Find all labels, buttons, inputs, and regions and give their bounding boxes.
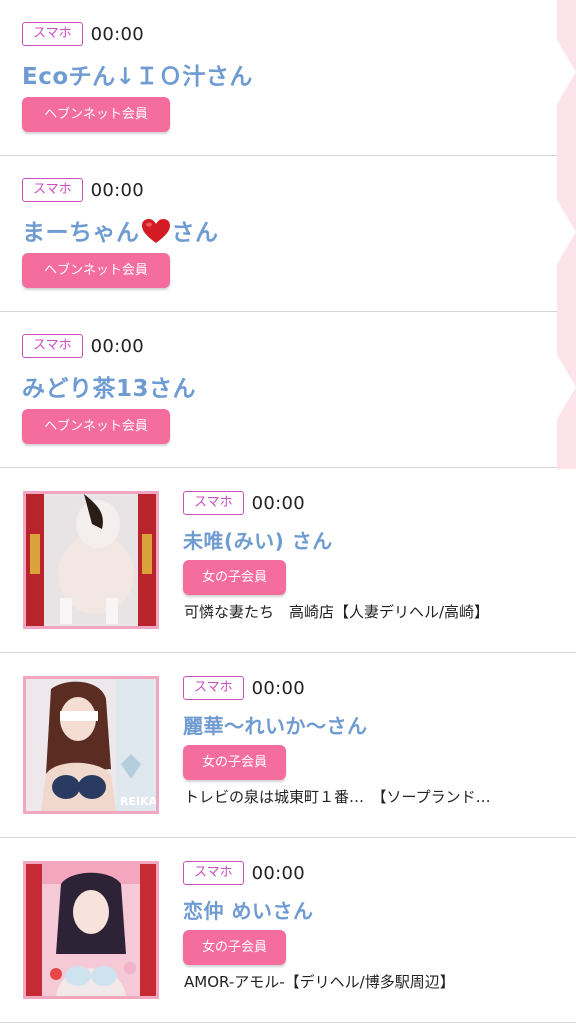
member-type-badge: ヘブンネット会員 [22, 409, 170, 444]
girl-name[interactable]: 麗華〜れいか〜さん [183, 710, 368, 739]
access-time: 00:00 [90, 335, 144, 357]
list-item[interactable]: スマホ 00:00 未唯(みい) さん 女の子会員 可憐な妻たち 高崎店【人妻デ… [0, 468, 576, 653]
device-badge: スマホ [22, 22, 83, 46]
member-name[interactable]: Ecoチん↓ＩＯ汁さん [22, 57, 253, 91]
access-meta: スマホ 00:00 [22, 22, 144, 46]
device-badge: スマホ [22, 334, 83, 358]
member-type-badge: 女の子会員 [183, 745, 286, 780]
girl-name[interactable]: 恋仲 めいさん [183, 895, 313, 924]
device-badge: スマホ [183, 861, 244, 885]
access-meta: スマホ 00:00 [183, 491, 305, 515]
device-badge: スマホ [183, 676, 244, 700]
red-heart-icon [141, 218, 171, 244]
member-type-badge: ヘブンネット会員 [22, 253, 170, 288]
list-item[interactable]: スマホ 00:00 みどり茶13さん ヘブンネット会員 [0, 312, 557, 468]
shop-name[interactable]: 可憐な妻たち 高崎店【人妻デリヘル/高崎】 [184, 601, 556, 622]
access-feed: スマホ 00:00 Ecoチん↓ＩＯ汁さん ヘブンネット会員 スマホ 00:00… [0, 0, 576, 1023]
member-name[interactable]: みどり茶13さん [22, 369, 196, 403]
device-badge: スマホ [183, 491, 244, 515]
member-name[interactable]: まーちゃん さん [22, 213, 219, 247]
member-type-badge: ヘブンネット会員 [22, 97, 170, 132]
access-time: 00:00 [90, 23, 144, 45]
profile-thumbnail[interactable] [23, 861, 159, 999]
member-name-text: まーちゃん [22, 220, 140, 246]
access-meta: スマホ 00:00 [22, 334, 144, 358]
device-badge: スマホ [22, 178, 83, 202]
shop-name[interactable]: トレビの泉は城東町１番… 【ソープランド… [184, 786, 556, 807]
profile-thumbnail[interactable] [23, 491, 159, 629]
thumbnail-watermark: REIKA [120, 795, 156, 808]
list-item[interactable]: REIKA スマホ 00:00 麗華〜れいか〜さん 女の子会員 トレビの泉は城東… [0, 653, 576, 838]
girl-name[interactable]: 未唯(みい) さん [183, 525, 333, 554]
member-type-badge: 女の子会員 [183, 560, 286, 595]
access-meta: スマホ 00:00 [183, 861, 305, 885]
profile-thumbnail[interactable]: REIKA [23, 676, 159, 814]
list-item[interactable]: スマホ 00:00 Ecoチん↓ＩＯ汁さん ヘブンネット会員 [0, 0, 557, 156]
access-meta: スマホ 00:00 [22, 178, 144, 202]
list-item[interactable]: スマホ 00:00 まーちゃん さん ヘブンネット会員 [0, 156, 557, 312]
access-time: 00:00 [251, 862, 305, 884]
member-name-suffix: さん [171, 220, 219, 246]
shop-name[interactable]: AMOR-アモル-【デリヘル/博多駅周辺】 [184, 971, 556, 992]
member-type-badge: 女の子会員 [183, 930, 286, 965]
access-time: 00:00 [90, 179, 144, 201]
access-time: 00:00 [251, 492, 305, 514]
list-item[interactable]: スマホ 00:00 恋仲 めいさん 女の子会員 AMOR-アモル-【デリヘル/博… [0, 838, 576, 1023]
access-time: 00:00 [251, 677, 305, 699]
access-meta: スマホ 00:00 [183, 676, 305, 700]
